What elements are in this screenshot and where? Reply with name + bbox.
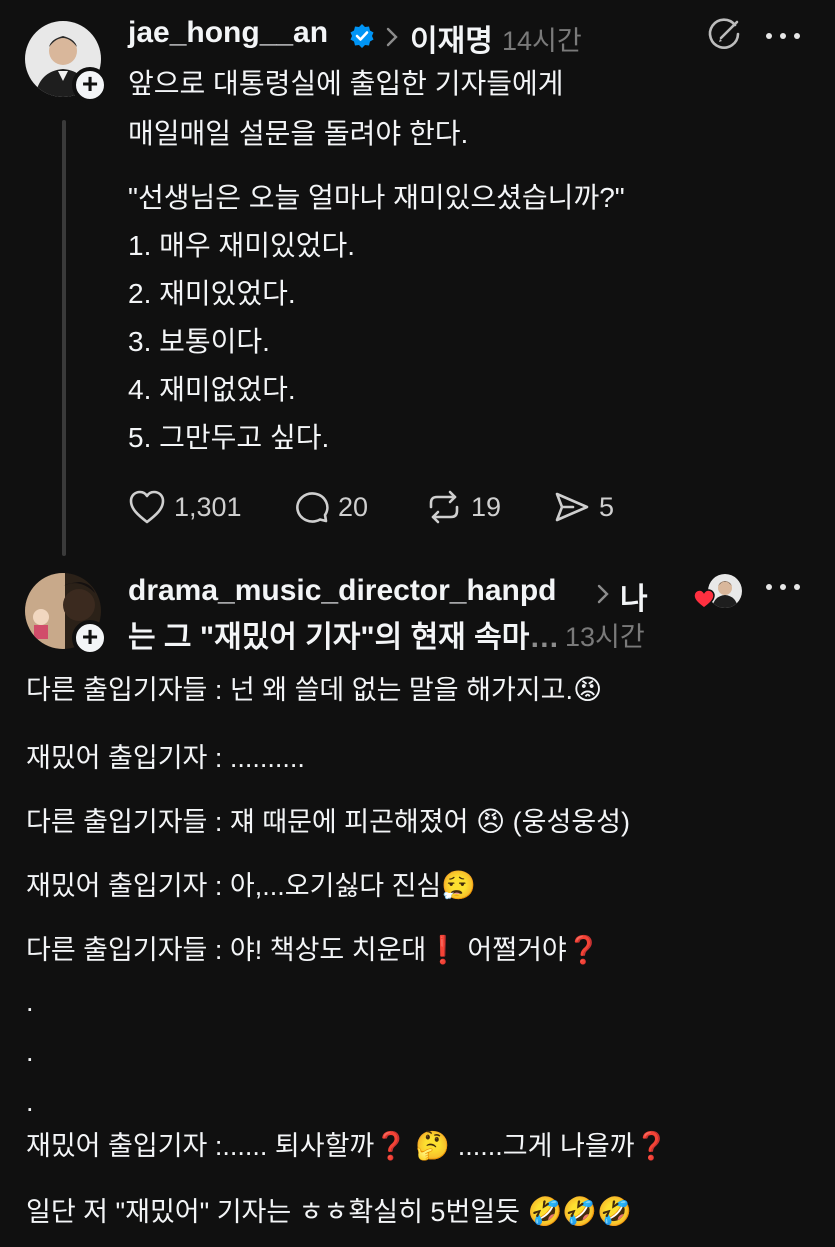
post2-line: . [26,1087,34,1117]
post1-username[interactable]: jae_hong__an [128,16,328,50]
post1-line: 매일매일 설문을 돌려야 한다. [128,118,469,149]
exclamation-icon: ❗ [426,935,460,965]
like-count: 1,301 [174,491,242,522]
post2-username[interactable]: drama_music_director_hanpd [128,574,556,608]
share-button[interactable]: 5 [553,489,614,525]
question-icon: ❓ [566,935,601,965]
reply-button[interactable]: 20 [294,489,368,525]
reply-count: 20 [338,491,369,522]
question-icon: ❓ [634,1131,669,1161]
post2-timestamp: 13시간 [565,622,645,652]
post1-line: 2. 재미있었다. [128,278,296,309]
ellipsis: … [529,621,560,654]
like-button[interactable]: 1,301 [128,489,242,525]
post2-line: . [26,1037,34,1067]
post1-line: 앞으로 대통령실에 출입한 기자들에게 [128,68,564,99]
repost-count: 19 [471,491,502,522]
thread-connector-line [62,120,66,556]
post1-topic-tag[interactable]: 이재명 [410,16,493,60]
angry-face-emoji: 😡 [572,674,603,705]
post1-line: 3. 보통이다. [128,326,270,357]
annoyed-face-emoji: 😠 [475,806,506,837]
repost-button[interactable]: 19 [425,489,501,525]
repost-icon [429,490,459,524]
post1-line: 4. 재미없었다. [128,374,296,405]
post2-line: 일단 저 "재밌어" 기자는 ㅎㅎ확실히 5번일듯 🤣🤣🤣 [26,1196,633,1227]
heart-icon [129,490,165,524]
verified-badge-icon [350,24,374,48]
sigh-face-emoji: 😮‍💨 [441,870,477,901]
post2-follow-button[interactable]: + [72,620,108,656]
chevron-right-icon [597,584,609,604]
post1-line: 1. 매우 재미있었다. [128,230,356,261]
edit-circle-icon[interactable] [707,16,743,52]
heart-icon [693,589,715,609]
post1-timestamp: 14시간 [502,26,582,56]
chevron-right-icon [386,27,398,47]
post2-line: . [26,987,34,1017]
share-count: 5 [599,491,615,522]
plus-icon: + [81,68,99,99]
thinking-face-emoji: 🤔 [415,1130,451,1161]
post2-line: 다른 출입기자들 : 쟤 때문에 피곤해졌어 😠 (웅성웅성) [26,806,630,837]
post2-topic-tag[interactable]: 나 [620,574,648,618]
post2-line: 재밌어 출입기자 :...... 퇴사할까❓ 🤔 ......그게 나을까❓ [26,1130,669,1161]
post2-topic-tag-continued[interactable]: 는 그 "재밌어 기자"의 현재 속마… [128,612,559,656]
comment-icon [296,492,329,523]
post1-line: "선생님은 오늘 얼마나 재미있으셨습니까?" [128,182,625,213]
share-icon [555,492,589,522]
plus-icon: + [81,621,99,652]
post1-line: 5. 그만두고 싶다. [128,422,330,453]
post2-more-icon[interactable] [766,582,802,592]
post2-line: 다른 출입기자들 : 야! 책상도 치운대❗ 어쩔거야❓ [26,935,601,965]
post2-line: 재밌어 출입기자 : .......... [26,743,305,773]
post1-more-icon[interactable] [766,31,802,41]
rofl-emoji: 🤣🤣🤣 [527,1196,633,1227]
post2-line: 재밌어 출입기자 : 아,...오기싫다 진심😮‍💨 [26,870,477,901]
post1-follow-button[interactable]: + [72,67,108,103]
post2-line: 다른 출입기자들 : 넌 왜 쓸데 없는 말을 해가지고.😡 [26,674,603,705]
question-icon: ❓ [374,1131,408,1161]
